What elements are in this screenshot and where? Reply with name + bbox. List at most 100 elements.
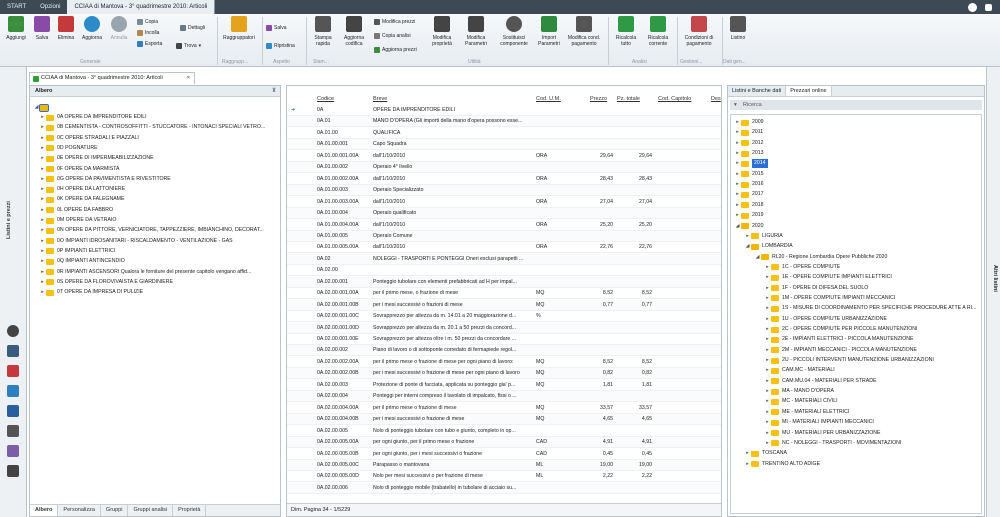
tree-node[interactable]: ▸ 2013 <box>735 149 764 158</box>
chevron-right-icon[interactable]: ▸ <box>40 226 45 235</box>
chevron-right-icon[interactable]: ▸ <box>40 247 45 256</box>
chevron-right-icon[interactable]: ▸ <box>765 325 770 334</box>
col-cod-capitolo[interactable]: Cod. Capitolo <box>658 94 691 104</box>
chevron-right-icon[interactable]: ▸ <box>765 346 770 355</box>
col-des[interactable]: Des <box>711 94 721 104</box>
tree-node[interactable]: ▸ 0E OPERE DI IMPERMEABILIZZAZIONE <box>40 154 154 163</box>
chevron-right-icon[interactable]: ▸ <box>765 439 770 448</box>
search-bar[interactable]: ▾ Ricerca <box>730 100 982 110</box>
tree-node[interactable]: ▸ 2C - OPERE COMPIUTE PER PICCOLE MANUTEN… <box>765 325 917 334</box>
table-row[interactable]: 0A.02.00.002.00A per il primo mese o fraz… <box>287 357 721 368</box>
tree-node[interactable]: ▸ 0T OPERE DA IMPRESA DI PULIZIE <box>40 288 143 297</box>
tab-start[interactable]: START <box>0 0 33 14</box>
table-row[interactable]: 0A.02.00.005.00A per ogni giunto, per il … <box>287 437 721 449</box>
tree-node[interactable]: ▸ 1U - OPERE COMPIUTE URBANIZZAZIONE <box>765 315 887 324</box>
tab-articoli[interactable]: CCIAA di Mantova - 3° quadrimestre 2010:… <box>67 0 216 14</box>
tab-opzioni[interactable]: Opzioni <box>33 0 67 14</box>
col-cod-um[interactable]: Cod. U.M. <box>536 94 561 104</box>
table-row[interactable]: 0A.02.00.001.00E Sovrapprezzo per altezza… <box>287 334 721 345</box>
modifica-parametri-button[interactable]: Modifica Parametri <box>460 16 492 47</box>
elimina-button[interactable]: Elimina <box>52 16 80 41</box>
modifica-prezzi-button[interactable]: Modifica prezzi <box>374 18 415 25</box>
tree-node[interactable]: ◢ RL20 - Regione Lombardia Opere Pubblich… <box>755 253 887 262</box>
tree-node[interactable]: ▸ 0M OPERE DA VETRAIO <box>40 216 116 225</box>
tree-node[interactable]: ▸ 0L OPERE DA FABBRO <box>40 206 113 215</box>
tree-node[interactable]: ▸ 2019 <box>735 211 764 220</box>
document-tab[interactable]: CCIAA di Mantova - 3° quadrimestre 2010:… <box>29 72 195 84</box>
tree-node[interactable]: ▸ LIGURIA <box>745 232 783 241</box>
import-parametri-button[interactable]: Import Parametri <box>535 16 563 47</box>
chevron-right-icon[interactable]: ▸ <box>765 273 770 282</box>
tree-root[interactable]: ◢ <box>34 103 51 112</box>
settings-icon[interactable] <box>985 3 992 11</box>
modifica-proprieta-button[interactable]: Modifica proprietà <box>428 16 456 47</box>
chevron-right-icon[interactable]: ▸ <box>40 268 45 277</box>
tree-node[interactable]: ▸ ME - MATERIALI ELETTRICI <box>765 408 849 417</box>
chevron-right-icon[interactable]: ▸ <box>735 159 740 168</box>
tree-node[interactable]: ▸ 1C - OPERE COMPIUTE <box>765 263 840 272</box>
chevron-right-icon[interactable]: ▸ <box>765 429 770 438</box>
tree-node[interactable]: ▸ 2011 <box>735 128 763 137</box>
annulla-button[interactable]: Annulla <box>105 16 133 41</box>
table-row[interactable]: 0A.01.00.003 Operaio Specializzato <box>287 185 721 197</box>
table-row[interactable]: 0A.02.00.005 Nolo di ponteggio tubolare c… <box>287 426 721 437</box>
table-row[interactable]: 0A.02.00.001 Ponteggio tubolare con eleme… <box>287 276 721 288</box>
tab-listini-banche-dati[interactable]: Listini e Banche dati <box>728 86 787 96</box>
tree-node[interactable]: ▸ 2012 <box>735 139 764 148</box>
esporta-button[interactable]: Esporta <box>137 40 162 47</box>
table-row[interactable]: 0A.01.00.002 Operaio 4° livello <box>287 162 721 174</box>
chevron-right-icon[interactable]: ▸ <box>40 237 45 246</box>
chevron-right-icon[interactable]: ▸ <box>735 170 740 179</box>
chevron-right-icon[interactable]: ▸ <box>40 123 45 132</box>
building-icon[interactable] <box>7 345 19 357</box>
tree-node[interactable]: ▸ 0Q IMPIANTI ANTINCENDIO <box>40 257 125 266</box>
col-prezzo[interactable]: Prezzo <box>590 94 607 104</box>
chevron-right-icon[interactable]: ▸ <box>40 165 45 174</box>
ruler-icon[interactable] <box>7 405 19 417</box>
tree-node[interactable]: ▸ 0N OPERE DA PITTORE, VERNICIATORE, TAPP… <box>40 226 264 235</box>
tree-node[interactable]: ▸ CAM.MU.04 - MATERIALI PER STRADE <box>765 377 876 386</box>
tab-personalizza[interactable]: Personalizza <box>58 505 101 516</box>
chevron-right-icon[interactable]: ▸ <box>40 144 45 153</box>
ricalcola-tutto-button[interactable]: Ricalcola tutto <box>612 16 640 47</box>
chevron-right-icon[interactable]: ▸ <box>765 366 770 375</box>
tree-node[interactable]: ▸ 2009 <box>735 118 764 127</box>
listino-button[interactable]: Listino <box>724 16 752 41</box>
tree-node[interactable]: ▸ 2014 <box>735 159 768 169</box>
table-row[interactable]: 0A.02.00 <box>287 265 721 277</box>
table-row[interactable]: 0A.01.00.002.00A dall'1/10/2010 ORA 28,43 28… <box>287 174 721 185</box>
tree-node[interactable]: ▸ 0G OPERE DA PAVIMENTISTA E RIVESTITORE <box>40 175 171 184</box>
chevron-down-icon[interactable]: ◢ <box>745 242 750 251</box>
tree-node[interactable]: ▸ 1M - OPERE COMPIUTE IMPIANTI MECCANICI <box>765 294 895 303</box>
chart-icon[interactable] <box>7 385 19 397</box>
chevron-right-icon[interactable]: ▸ <box>40 185 45 194</box>
chevron-right-icon[interactable]: ▸ <box>765 335 770 344</box>
table-row[interactable]: 0A.02.00.005.00B per ogni giunto, per i m… <box>287 449 721 460</box>
col-codice[interactable]: Codice <box>317 94 334 104</box>
chevron-right-icon[interactable]: ▸ <box>40 288 45 297</box>
stampa-rapida-button[interactable]: Stampa rapida <box>309 16 337 47</box>
close-icon[interactable]: × <box>187 73 190 84</box>
table-row[interactable]: 0A.01.00.005 Operaio Comune <box>287 230 721 242</box>
tab-proprieta[interactable]: Proprietà <box>173 505 207 516</box>
chevron-right-icon[interactable]: ▸ <box>40 257 45 266</box>
aggiungi-button[interactable]: Aggiungi <box>2 16 30 41</box>
help-icon[interactable] <box>968 2 977 12</box>
chevron-right-icon[interactable]: ▸ <box>765 387 770 396</box>
tree-node[interactable]: ▸ TRENTINO ALTO ADIGE <box>745 460 820 469</box>
chevron-down-icon[interactable]: ▾ <box>734 100 737 110</box>
tree-node[interactable]: ▸ 2016 <box>735 180 764 189</box>
copia-button[interactable]: Copia <box>137 18 158 25</box>
table-row[interactable]: 0A.02.00.004.00B per i mesi successivi o … <box>287 414 721 426</box>
chevron-down-icon[interactable]: ◢ <box>735 222 740 231</box>
chevron-right-icon[interactable]: ▸ <box>40 278 45 287</box>
trova-button[interactable]: Trova ▾ <box>176 42 201 49</box>
table-row[interactable]: 0A.02.00.005.00D Nolo per mesi successivi… <box>287 471 721 483</box>
table-row[interactable]: 0A.01.00.001.00A dall'1/10/2010 ORA 29,64 29… <box>287 151 721 162</box>
tree-node[interactable]: ▸ 2015 <box>735 170 764 179</box>
chevron-right-icon[interactable]: ▸ <box>40 206 45 215</box>
chevron-right-icon[interactable]: ▸ <box>745 460 750 469</box>
incolla-button[interactable]: Incolla <box>137 29 159 36</box>
tree-node[interactable]: ▸ 0S OPERE DA FLOROVIVAISTA E GIARDINIERE <box>40 278 173 287</box>
sostituisci-componente-button[interactable]: Sostituisci componente <box>497 16 531 47</box>
